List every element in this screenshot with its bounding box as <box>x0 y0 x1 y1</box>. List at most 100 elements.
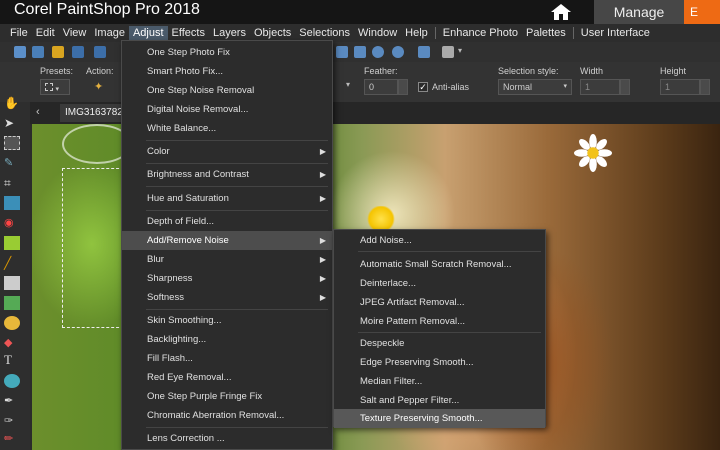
lighten-brush-icon[interactable]: ✏ <box>4 432 20 446</box>
menu-item-edge-preserving-smooth[interactable]: Edge Preserving Smooth... <box>334 353 545 372</box>
pan-tool-icon[interactable]: ✋ <box>4 96 20 110</box>
makeover-tool-icon[interactable] <box>4 236 20 250</box>
save-as-icon[interactable] <box>94 46 106 58</box>
menu-item-fill-flash[interactable]: Fill Flash... <box>122 349 332 368</box>
width-spinner[interactable] <box>620 79 630 95</box>
menu-item-smart-photo-fix[interactable]: Smart Photo Fix... <box>122 62 332 81</box>
dropdown-arrow-icon[interactable]: ▾ <box>346 80 350 89</box>
menu-view[interactable]: View <box>59 26 91 40</box>
chevron-down-icon[interactable]: ▾ <box>458 46 462 55</box>
crop-tool-icon[interactable]: ⌗ <box>4 176 20 190</box>
new-file-icon[interactable] <box>14 46 26 58</box>
selection-tool-icon[interactable] <box>4 136 20 150</box>
zoom-out-icon[interactable] <box>372 46 384 58</box>
menu-item-jpeg-artifact-removal[interactable]: JPEG Artifact Removal... <box>334 293 545 312</box>
app-title: Corel PaintShop Pro 2018 <box>14 1 200 18</box>
menu-item-brightness-contrast[interactable]: Brightness and Contrast ▶ <box>122 165 332 184</box>
menu-item-softness[interactable]: Softness ▶ <box>122 288 332 307</box>
menu-help[interactable]: Help <box>401 26 432 40</box>
menu-item-despeckle[interactable]: Despeckle <box>334 334 545 353</box>
menu-item-red-eye-removal[interactable]: Red Eye Removal... <box>122 368 332 387</box>
menu-item-depth-of-field[interactable]: Depth of Field... <box>122 212 332 231</box>
menu-item-white-balance[interactable]: White Balance... <box>122 119 332 138</box>
submenu-arrow-icon: ▶ <box>319 194 326 203</box>
menu-item-purple-fringe-fix[interactable]: One Step Purple Fringe Fix <box>122 387 332 406</box>
screen-icon[interactable] <box>418 46 430 58</box>
menu-item-deinterlace[interactable]: Deinterlace... <box>334 274 545 293</box>
menu-file[interactable]: File <box>6 26 32 40</box>
pick-tool-icon[interactable]: ➤ <box>4 116 20 130</box>
menu-item-lens-correction[interactable]: Lens Correction ... <box>122 429 332 448</box>
feather-label: Feather: <box>364 66 398 76</box>
menu-image[interactable]: Image <box>90 26 129 40</box>
paint-brush-icon[interactable]: ╱ <box>4 256 20 270</box>
chevron-left-icon[interactable]: ‹ <box>36 106 40 118</box>
menu-item-backlighting[interactable]: Backlighting... <box>122 330 332 349</box>
presets-dropdown[interactable]: ▾ <box>40 79 70 95</box>
menu-item-blur[interactable]: Blur ▶ <box>122 250 332 269</box>
actual-size-icon[interactable] <box>354 46 366 58</box>
menu-item-add-noise[interactable]: Add Noise... <box>334 231 545 250</box>
warp-brush-icon[interactable]: ✑ <box>4 414 20 428</box>
menu-enhance-photo[interactable]: Enhance Photo <box>439 26 522 40</box>
color-replacer-icon[interactable] <box>4 316 20 330</box>
menu-palettes[interactable]: Palettes <box>522 26 570 40</box>
height-input[interactable]: 1 <box>660 79 700 95</box>
menu-edit[interactable]: Edit <box>32 26 59 40</box>
menu-effects[interactable]: Effects <box>168 26 209 40</box>
menu-item-moire-pattern-removal[interactable]: Moire Pattern Removal... <box>334 312 545 331</box>
arrange-icon[interactable] <box>442 46 454 58</box>
fit-window-icon[interactable] <box>336 46 348 58</box>
pen-tool-icon[interactable]: ✒ <box>4 394 20 408</box>
text-tool-icon[interactable]: T <box>4 352 20 367</box>
menu-item-digital-noise-removal[interactable]: Digital Noise Removal... <box>122 100 332 119</box>
document-tab[interactable]: IMG3163782 <box>60 104 124 122</box>
home-button[interactable] <box>528 0 594 24</box>
menu-divider <box>146 309 328 310</box>
dropper-tool-icon[interactable]: ✎ <box>4 156 20 170</box>
menu-item-color[interactable]: Color ▶ <box>122 142 332 161</box>
menu-item-small-scratch-removal[interactable]: Automatic Small Scratch Removal... <box>334 255 545 274</box>
fill-tool-icon[interactable]: ◆ <box>4 336 20 350</box>
straighten-tool-icon[interactable] <box>4 196 20 210</box>
anti-alias-checkbox[interactable]: ✓ <box>418 82 428 92</box>
edit-tab[interactable]: E <box>684 0 720 24</box>
clone-tool-icon[interactable] <box>4 296 20 310</box>
menu-item-label: Brightness and Contrast <box>147 169 249 180</box>
menu-window[interactable]: Window <box>354 26 401 40</box>
shape-tool-icon[interactable] <box>4 374 20 388</box>
menu-item-add-remove-noise[interactable]: Add/Remove Noise ▶ <box>122 231 332 250</box>
menu-item-salt-pepper-filter[interactable]: Salt and Pepper Filter... <box>334 391 545 410</box>
height-spinner[interactable] <box>700 79 710 95</box>
menu-item-hue-saturation[interactable]: Hue and Saturation ▶ <box>122 189 332 208</box>
feather-input[interactable]: 0 <box>364 79 398 95</box>
menu-layers[interactable]: Layers <box>209 26 250 40</box>
red-eye-tool-icon[interactable]: ◉ <box>4 216 20 230</box>
menu-selections[interactable]: Selections <box>295 26 354 40</box>
menu-divider <box>146 163 328 164</box>
feather-spinner[interactable] <box>398 79 408 95</box>
menu-item-label: Softness <box>147 292 184 303</box>
menu-item-one-step-photo-fix[interactable]: One Step Photo Fix <box>122 43 332 62</box>
menu-item-skin-smoothing[interactable]: Skin Smoothing... <box>122 311 332 330</box>
menu-adjust[interactable]: Adjust <box>128 26 168 40</box>
eraser-tool-icon[interactable] <box>4 276 20 290</box>
action-icon[interactable]: ✦ <box>94 80 103 93</box>
menu-item-texture-preserving-smooth[interactable]: Texture Preserving Smooth... <box>334 409 545 428</box>
submenu-arrow-icon: ▶ <box>319 236 326 245</box>
menu-item-one-step-noise-removal[interactable]: One Step Noise Removal <box>122 81 332 100</box>
width-label: Width <box>580 66 604 76</box>
menu-objects[interactable]: Objects <box>250 26 295 40</box>
save-icon[interactable] <box>72 46 84 58</box>
menu-item-median-filter[interactable]: Median Filter... <box>334 372 545 391</box>
selection-style-dropdown[interactable]: Normal ▾ <box>498 79 572 95</box>
menu-item-label: Color <box>147 146 170 157</box>
width-input[interactable]: 1 <box>580 79 620 95</box>
folder-icon[interactable] <box>52 46 64 58</box>
menu-item-chromatic-aberration[interactable]: Chromatic Aberration Removal... <box>122 406 332 425</box>
menu-item-sharpness[interactable]: Sharpness ▶ <box>122 269 332 288</box>
zoom-in-icon[interactable] <box>392 46 404 58</box>
manage-tab[interactable]: Manage <box>594 0 684 24</box>
menu-user-interface[interactable]: User Interface <box>577 26 654 40</box>
open-icon[interactable] <box>32 46 44 58</box>
